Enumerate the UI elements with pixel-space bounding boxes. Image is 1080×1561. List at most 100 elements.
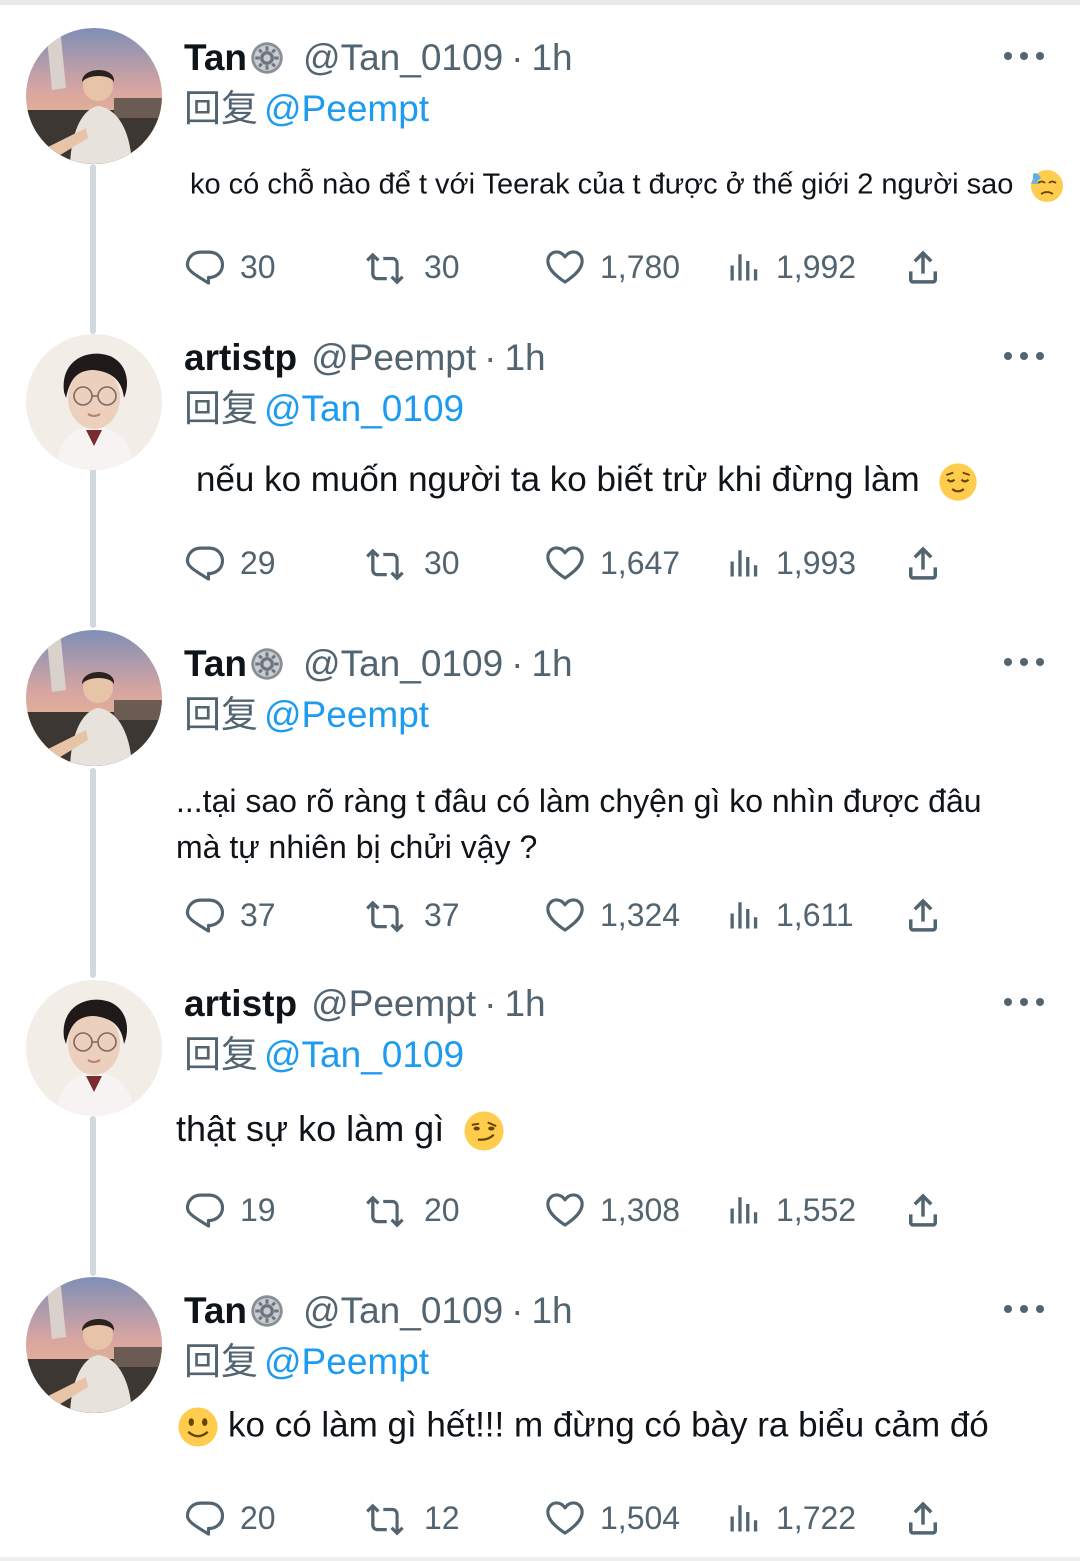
display-name[interactable]: Tan bbox=[184, 1290, 247, 1332]
share-button[interactable] bbox=[902, 1493, 958, 1543]
timestamp[interactable]: 1h bbox=[504, 983, 545, 1025]
share-icon bbox=[902, 542, 944, 584]
like-button[interactable]: 1,647 bbox=[544, 538, 680, 588]
avatar[interactable] bbox=[26, 630, 162, 766]
display-name[interactable]: artistp bbox=[184, 337, 297, 379]
retweet-button[interactable]: 30 bbox=[360, 242, 460, 292]
retweet-icon bbox=[360, 1497, 410, 1539]
like-button[interactable]: 1,780 bbox=[544, 242, 680, 292]
display-name[interactable]: Tan bbox=[184, 37, 247, 79]
views-button[interactable]: 1,611 bbox=[726, 890, 854, 940]
timestamp[interactable]: 1h bbox=[531, 1290, 572, 1332]
views-icon bbox=[726, 1500, 762, 1536]
tweet-text-line: mà tự nhiên bị chửi vậy ? bbox=[176, 829, 538, 865]
views-button[interactable]: 1,552 bbox=[726, 1185, 856, 1235]
timestamp[interactable]: 1h bbox=[504, 337, 545, 379]
share-button[interactable] bbox=[902, 538, 958, 588]
views-icon bbox=[726, 545, 762, 581]
reply-to-handle[interactable]: @Peempt bbox=[264, 694, 429, 735]
retweet-count: 12 bbox=[424, 1499, 460, 1536]
like-count: 1,504 bbox=[600, 1499, 681, 1536]
action-bar: 20 12 1,504 1,722 bbox=[184, 1493, 964, 1543]
tweet-text-body: thật sự ko làm gì bbox=[176, 1108, 445, 1149]
retweet-button[interactable]: 37 bbox=[360, 890, 460, 940]
like-button[interactable]: 1,308 bbox=[544, 1185, 680, 1235]
user-handle[interactable]: @Peempt bbox=[311, 337, 476, 379]
tweet[interactable]: Tan @Tan_0109 · 1h 回复 @Peempt ko có chỗ n… bbox=[0, 28, 1080, 318]
more-icon[interactable] bbox=[1004, 992, 1044, 1012]
reply-count: 19 bbox=[240, 1191, 276, 1228]
reply-to-handle[interactable]: @Peempt bbox=[264, 88, 429, 129]
tweet[interactable]: artistp @Peempt · 1h 回复 @Tan_0109 nếu ko … bbox=[0, 328, 1080, 618]
timestamp[interactable]: 1h bbox=[531, 37, 572, 79]
like-count: 1,324 bbox=[600, 896, 681, 933]
views-icon bbox=[726, 249, 762, 285]
reply-count: 30 bbox=[240, 248, 276, 285]
reply-icon bbox=[184, 894, 226, 936]
reply-button[interactable]: 20 bbox=[184, 1493, 276, 1543]
reply-prefix: 回复 bbox=[184, 694, 258, 735]
views-button[interactable]: 1,992 bbox=[726, 242, 856, 292]
avatar[interactable] bbox=[26, 334, 162, 470]
reply-button[interactable]: 37 bbox=[184, 890, 276, 940]
separator: · bbox=[511, 37, 524, 78]
reply-icon bbox=[184, 542, 226, 584]
reply-to-handle[interactable]: @Peempt bbox=[264, 1341, 429, 1382]
replying-to: 回复 @Peempt bbox=[184, 1331, 429, 1385]
tweet[interactable]: Tan @Tan_0109 · 1h 回复 @Peempt ...tại sao … bbox=[0, 634, 1080, 954]
reply-prefix: 回复 bbox=[184, 1341, 258, 1382]
reply-button[interactable]: 19 bbox=[184, 1185, 276, 1235]
relieved-face-icon bbox=[937, 461, 979, 503]
avatar[interactable] bbox=[26, 1277, 162, 1413]
share-icon bbox=[902, 1497, 944, 1539]
user-handle[interactable]: @Tan_0109 bbox=[303, 37, 503, 79]
views-button[interactable]: 1,993 bbox=[726, 538, 856, 588]
share-button[interactable] bbox=[902, 242, 958, 292]
display-name[interactable]: Tan bbox=[184, 643, 247, 685]
retweet-button[interactable]: 30 bbox=[360, 538, 460, 588]
share-button[interactable] bbox=[902, 890, 958, 940]
reply-to-handle[interactable]: @Tan_0109 bbox=[264, 1034, 464, 1075]
timestamp[interactable]: 1h bbox=[531, 643, 572, 685]
tweet[interactable]: artistp @Peempt · 1h 回复 @Tan_0109 thật sự… bbox=[0, 974, 1080, 1264]
user-handle[interactable]: @Tan_0109 bbox=[303, 643, 503, 685]
reply-to-handle[interactable]: @Tan_0109 bbox=[264, 388, 464, 429]
more-icon[interactable] bbox=[1004, 346, 1044, 366]
top-divider bbox=[0, 0, 1080, 5]
action-bar: 37 37 1,324 1,611 bbox=[184, 890, 964, 940]
bottom-divider bbox=[0, 1557, 1080, 1561]
tweet-text-line: ...tại sao rõ ràng t đâu có làm chyện gì… bbox=[176, 783, 982, 819]
views-button[interactable]: 1,722 bbox=[726, 1493, 856, 1543]
share-button[interactable] bbox=[902, 1185, 958, 1235]
like-icon bbox=[544, 1497, 586, 1539]
action-bar: 29 30 1,647 1,993 bbox=[184, 538, 964, 588]
like-count: 1,308 bbox=[600, 1191, 681, 1228]
avatar[interactable] bbox=[26, 980, 162, 1116]
avatar[interactable] bbox=[26, 28, 162, 164]
like-icon bbox=[544, 1189, 586, 1231]
replying-to: 回复 @Tan_0109 bbox=[184, 378, 464, 432]
more-icon[interactable] bbox=[1004, 46, 1044, 66]
reply-icon bbox=[184, 1497, 226, 1539]
like-button[interactable]: 1,324 bbox=[544, 890, 680, 940]
reply-button[interactable]: 29 bbox=[184, 538, 276, 588]
user-handle[interactable]: @Peempt bbox=[311, 983, 476, 1025]
separator: · bbox=[484, 337, 497, 378]
like-button[interactable]: 1,504 bbox=[544, 1493, 680, 1543]
views-icon bbox=[726, 1192, 762, 1228]
tweet-text: thật sự ko làm gì bbox=[176, 1108, 506, 1153]
action-bar: 19 20 1,308 1,552 bbox=[184, 1185, 964, 1235]
retweet-button[interactable]: 20 bbox=[360, 1185, 460, 1235]
separator: · bbox=[511, 1290, 524, 1331]
like-count: 1,780 bbox=[600, 248, 681, 285]
display-name[interactable]: artistp bbox=[184, 983, 297, 1025]
tweet-text: ko có chỗ nào để t với Teerak của t được… bbox=[190, 168, 1065, 204]
retweet-button[interactable]: 12 bbox=[360, 1493, 460, 1543]
user-handle[interactable]: @Tan_0109 bbox=[303, 1290, 503, 1332]
retweet-icon bbox=[360, 542, 410, 584]
more-icon[interactable] bbox=[1004, 652, 1044, 672]
view-count: 1,722 bbox=[776, 1499, 857, 1536]
reply-button[interactable]: 30 bbox=[184, 242, 276, 292]
more-icon[interactable] bbox=[1004, 1299, 1044, 1319]
tweet[interactable]: Tan @Tan_0109 · 1h 回复 @Peempt ko có làm g… bbox=[0, 1281, 1080, 1551]
